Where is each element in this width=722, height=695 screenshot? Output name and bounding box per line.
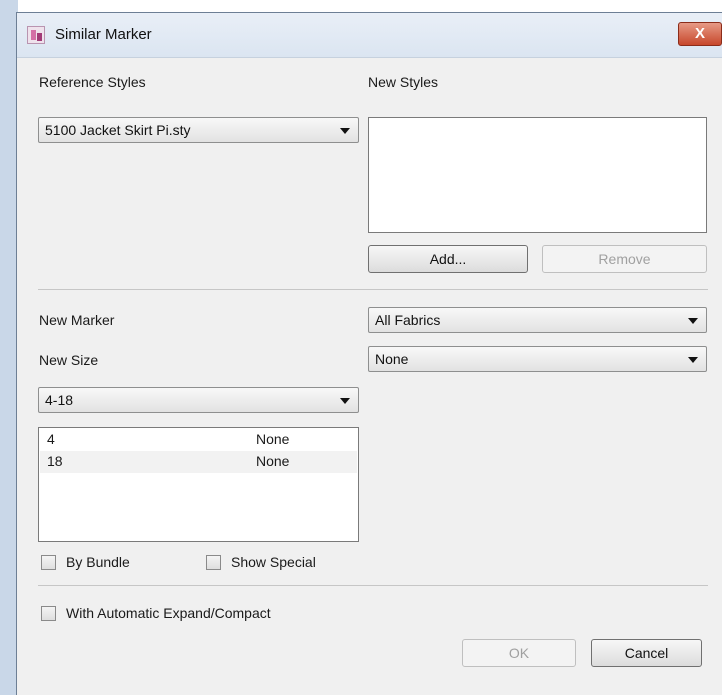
app-icon bbox=[27, 26, 45, 44]
size-range-value: 4-18 bbox=[45, 392, 74, 408]
window-title: Similar Marker bbox=[55, 26, 152, 43]
by-bundle-checkbox[interactable] bbox=[41, 555, 56, 570]
auto-expand-label: With Automatic Expand/Compact bbox=[66, 605, 271, 621]
new-marker-dropdown[interactable]: All Fabrics bbox=[368, 307, 707, 333]
size-range-dropdown[interactable]: 4-18 bbox=[38, 387, 359, 413]
reference-styles-label: Reference Styles bbox=[39, 74, 146, 90]
size-list-row[interactable]: 4 None bbox=[40, 429, 357, 451]
cancel-button[interactable]: Cancel bbox=[591, 639, 702, 667]
new-marker-label: New Marker bbox=[39, 312, 115, 328]
by-bundle-label: By Bundle bbox=[66, 554, 130, 570]
chevron-down-icon bbox=[688, 318, 698, 324]
add-button[interactable]: Add... bbox=[368, 245, 528, 273]
show-special-label: Show Special bbox=[231, 554, 316, 570]
new-marker-value: All Fabrics bbox=[375, 312, 441, 328]
chevron-down-icon bbox=[688, 357, 698, 363]
reference-styles-dropdown[interactable]: 5100 Jacket Skirt Pi.sty bbox=[38, 117, 359, 143]
chevron-down-icon bbox=[340, 398, 350, 404]
remove-button[interactable]: Remove bbox=[542, 245, 707, 273]
similar-marker-dialog: Similar Marker X Reference Styles 5100 J… bbox=[16, 12, 722, 695]
show-special-checkbox[interactable] bbox=[206, 555, 221, 570]
new-styles-label: New Styles bbox=[368, 74, 439, 90]
size-cell: 4 bbox=[47, 431, 55, 447]
separator bbox=[38, 585, 708, 586]
new-styles-list[interactable] bbox=[368, 117, 707, 233]
size-value-cell: None bbox=[256, 453, 290, 469]
new-size-dropdown[interactable]: None bbox=[368, 346, 707, 372]
size-list[interactable]: 4 None 18 None bbox=[38, 427, 359, 542]
size-list-row[interactable]: 18 None bbox=[40, 451, 357, 473]
separator bbox=[38, 289, 708, 290]
new-size-label: New Size bbox=[39, 352, 99, 368]
size-cell: 18 bbox=[47, 453, 63, 469]
close-button[interactable]: X bbox=[678, 22, 722, 46]
chevron-down-icon bbox=[340, 128, 350, 134]
ok-button[interactable]: OK bbox=[462, 639, 576, 667]
title-bar: Similar Marker X bbox=[17, 13, 722, 58]
new-size-value: None bbox=[375, 351, 409, 367]
size-value-cell: None bbox=[256, 431, 290, 447]
auto-expand-checkbox[interactable] bbox=[41, 606, 56, 621]
reference-styles-value: 5100 Jacket Skirt Pi.sty bbox=[45, 122, 191, 138]
